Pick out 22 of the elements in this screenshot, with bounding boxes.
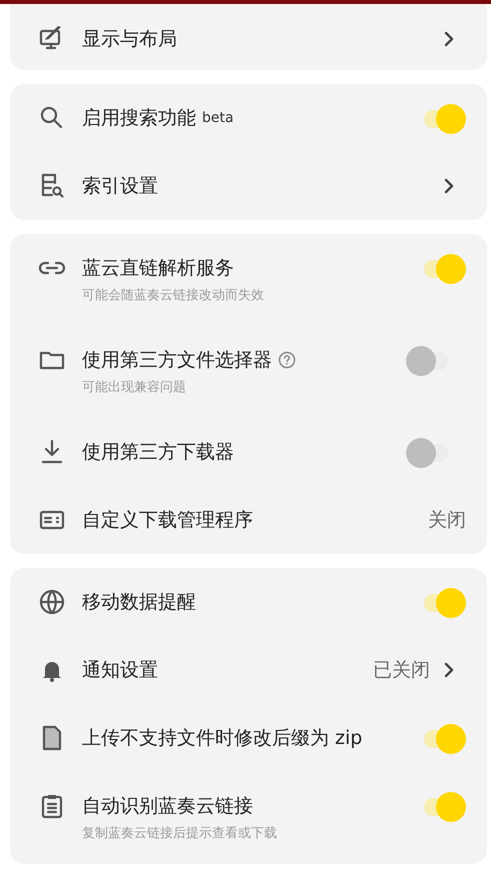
globe-icon <box>38 588 66 616</box>
setting-title: 自动识别蓝奏云链接 <box>82 794 253 819</box>
setting-value: 关闭 <box>428 508 466 533</box>
setting-title: 自定义下载管理程序 <box>82 508 253 533</box>
setting-title: 显示与布局 <box>82 27 177 52</box>
setting-title: 通知设置 <box>82 658 158 683</box>
setting-description: 可能会随蓝奏云链接改动而失效 <box>82 287 265 305</box>
chevron-right-icon <box>442 177 456 195</box>
setting-title: 上传不支持文件时修改后缀为 zip <box>82 726 362 751</box>
setting-value: 已关闭 <box>373 658 430 683</box>
setting-title: 索引设置 <box>82 174 158 199</box>
setting-description: 可能出现兼容问题 <box>82 379 187 397</box>
setting-title: 启用搜索功能 <box>82 106 196 131</box>
chevron-right-icon <box>442 30 456 48</box>
setting-description: 复制蓝奏云链接后提示查看或下载 <box>82 825 278 843</box>
beta-label: beta <box>202 109 234 128</box>
setting-title: 移动数据提醒 <box>82 590 196 615</box>
chevron-right-icon <box>442 661 456 679</box>
help-icon[interactable] <box>278 351 296 369</box>
setting-title: 使用第三方下载器 <box>82 440 234 465</box>
setting-title: 使用第三方文件选择器 <box>82 348 272 373</box>
setting-title: 蓝云直链解析服务 <box>82 256 234 281</box>
